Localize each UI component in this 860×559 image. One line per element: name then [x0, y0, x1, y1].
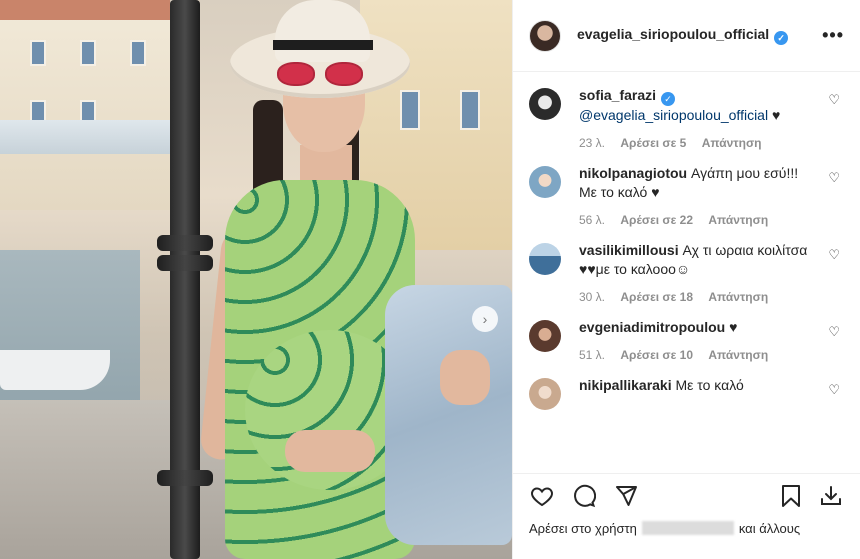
- list-item: vasilikimillousi Αχ τι ωραια κοιλίτσα ♥♥…: [529, 241, 844, 304]
- commenter-avatar[interactable]: [529, 166, 561, 198]
- comment-likes[interactable]: Αρέσει σε 18: [620, 290, 693, 304]
- heart-outline-icon[interactable]: [529, 483, 555, 509]
- mention-link[interactable]: @evagelia_siriopoulou_official: [579, 107, 768, 123]
- comment-likes[interactable]: Αρέσει σε 10: [620, 348, 693, 362]
- reply-button[interactable]: Απάντηση: [708, 348, 768, 362]
- commenter-avatar[interactable]: [529, 378, 561, 410]
- liked-by-summary: Αρέσει στο χρήστη και άλλους: [513, 517, 860, 559]
- bookmark-icon[interactable]: [778, 483, 804, 509]
- like-comment-heart-icon[interactable]: ♡: [828, 247, 840, 263]
- paper-plane-icon[interactable]: [613, 483, 639, 509]
- post-sidebar: evagelia_siriopoulou_official ✓ ••• sofia…: [512, 0, 860, 559]
- comment-text: ♥: [768, 107, 781, 123]
- comment-text: Με το καλό: [675, 377, 744, 393]
- post-actions-bar: [513, 473, 860, 517]
- like-comment-heart-icon[interactable]: ♡: [828, 324, 840, 340]
- list-item: sofia_farazi ✓ @evagelia_siriopoulou_offi…: [529, 86, 844, 150]
- list-item: evgeniadimitropoulou ♥ 51 λ. Αρέσει σε 1…: [529, 318, 844, 362]
- commenter-username[interactable]: evgeniadimitropoulou: [579, 319, 725, 335]
- like-comment-heart-icon[interactable]: ♡: [828, 382, 840, 398]
- like-comment-heart-icon[interactable]: ♡: [828, 170, 840, 186]
- post-header: evagelia_siriopoulou_official ✓ •••: [513, 0, 860, 72]
- commenter-username[interactable]: nikolpanagiotou: [579, 165, 687, 181]
- reply-button[interactable]: Απάντηση: [708, 290, 768, 304]
- like-comment-heart-icon[interactable]: ♡: [828, 92, 840, 108]
- instagram-post-view: › evagelia_siriopoulou_official ✓ ••• sof…: [0, 0, 860, 559]
- reply-button[interactable]: Απάντηση: [708, 213, 768, 227]
- verified-badge-icon: ✓: [661, 92, 676, 106]
- commenter-username[interactable]: nikipallikaraki: [579, 377, 672, 393]
- commenter-avatar[interactable]: [529, 243, 561, 275]
- comment-text: ♥: [725, 319, 738, 335]
- liked-by-prefix: Αρέσει στο χρήστη: [529, 521, 637, 536]
- comment-likes[interactable]: Αρέσει σε 5: [620, 136, 686, 150]
- comment-time[interactable]: 23 λ.: [579, 136, 605, 150]
- comment-likes[interactable]: Αρέσει σε 22: [620, 213, 693, 227]
- next-photo-arrow-icon[interactable]: ›: [472, 306, 498, 332]
- post-photo[interactable]: ›: [0, 0, 512, 559]
- comments-list: sofia_farazi ✓ @evagelia_siriopoulou_offi…: [513, 72, 860, 473]
- author-username[interactable]: evagelia_siriopoulou_official ✓: [577, 26, 789, 45]
- hand: [440, 350, 490, 405]
- commenter-avatar[interactable]: [529, 88, 561, 120]
- comment-bubble-icon[interactable]: [571, 483, 597, 509]
- commenter-username[interactable]: vasilikimillousi: [579, 242, 679, 258]
- verified-badge-icon: ✓: [774, 31, 789, 45]
- author-avatar[interactable]: [529, 19, 561, 52]
- reply-button[interactable]: Απάντηση: [702, 136, 762, 150]
- blurred-username[interactable]: [641, 521, 734, 535]
- download-icon[interactable]: [818, 483, 844, 509]
- list-item: nikolpanagiotou Αγάπη μου εσύ!!! Με το κ…: [529, 164, 844, 227]
- author-username-text[interactable]: evagelia_siriopoulou_official: [577, 26, 769, 42]
- comment-time[interactable]: 30 λ.: [579, 290, 605, 304]
- comment-time[interactable]: 56 λ.: [579, 213, 605, 227]
- more-options-icon[interactable]: •••: [822, 25, 844, 46]
- liked-by-suffix[interactable]: και άλλους: [739, 521, 800, 536]
- commenter-username[interactable]: sofia_farazi: [579, 87, 656, 103]
- background-boat: [0, 350, 110, 390]
- comment-time[interactable]: 51 λ.: [579, 348, 605, 362]
- list-item: nikipallikaraki Με το καλό ♡: [529, 376, 844, 410]
- commenter-avatar[interactable]: [529, 320, 561, 352]
